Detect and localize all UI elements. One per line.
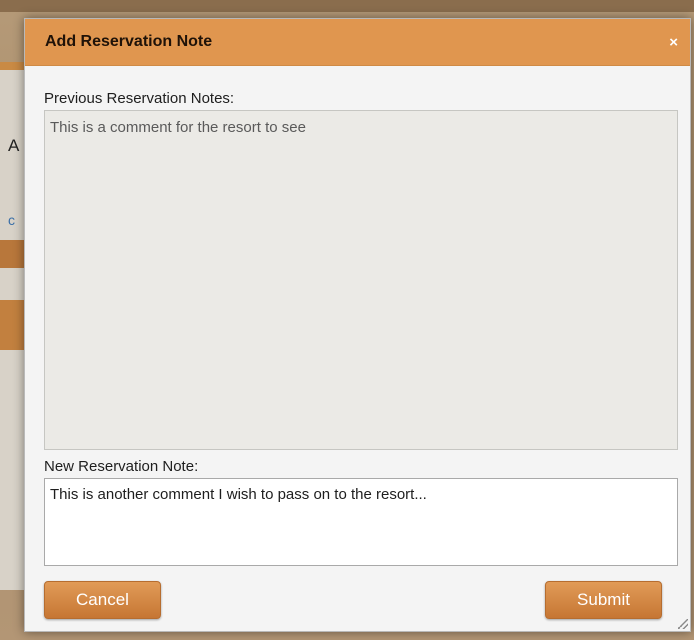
close-icon[interactable]: × <box>669 34 678 51</box>
previous-notes-label: Previous Reservation Notes: <box>44 90 235 107</box>
background-strip <box>0 240 26 268</box>
background-heading-fragment: A <box>8 136 20 155</box>
cancel-button[interactable]: Cancel <box>44 581 161 619</box>
new-note-label: New Reservation Note: <box>44 458 199 475</box>
background-top-bar <box>0 0 694 12</box>
background-strip <box>0 62 26 70</box>
resize-handle-icon[interactable] <box>678 619 688 629</box>
previous-notes-textarea: This is a comment for the resort to see <box>44 110 678 450</box>
dialog-header: Add Reservation Note × <box>25 19 690 66</box>
dialog-title: Add Reservation Note <box>45 33 213 50</box>
background-link-fragment: c <box>8 212 15 228</box>
add-reservation-note-dialog: Add Reservation Note × Previous Reservat… <box>24 18 691 632</box>
background-strip <box>0 300 26 350</box>
submit-button[interactable]: Submit <box>545 581 662 619</box>
new-note-textarea[interactable]: This is another comment I wish to pass o… <box>44 478 678 566</box>
